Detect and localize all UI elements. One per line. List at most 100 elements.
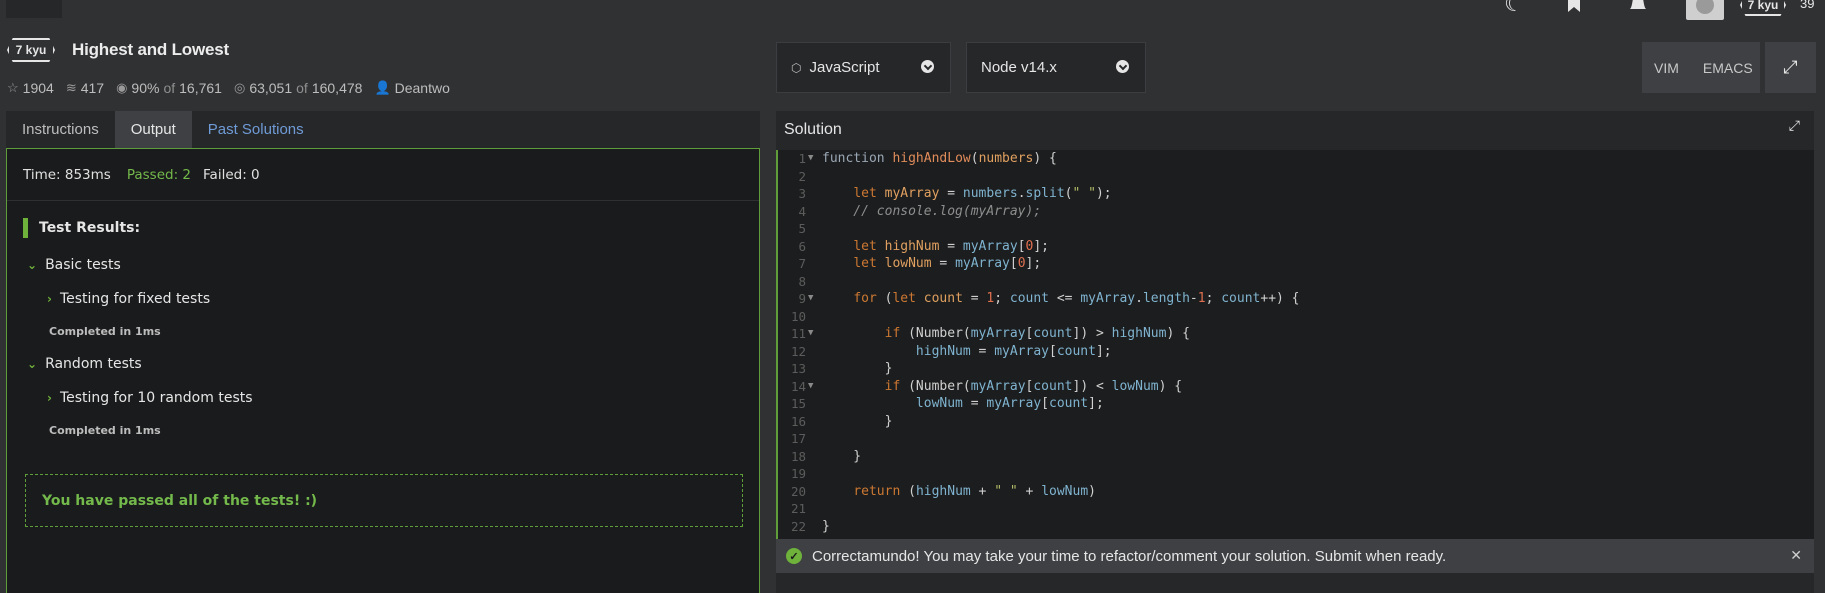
fold-arrow-icon[interactable]: ▼ xyxy=(808,150,813,168)
left-panel: Instructions Output Past Solutions Time:… xyxy=(6,111,760,593)
tab-instructions[interactable]: Instructions xyxy=(6,111,115,148)
code-text: } xyxy=(822,413,893,429)
code-editor[interactable]: 1 ▼ function highAndLow(numbers) { 2 3 let… xyxy=(776,150,1814,540)
line-number: 18 xyxy=(790,448,806,464)
line-number: 9 xyxy=(798,291,806,306)
attempts-count: 160,478 xyxy=(311,80,363,96)
user-rank-badge: 7 kyu xyxy=(1740,0,1786,16)
line-number: 12 xyxy=(790,343,806,359)
line-number: 6 xyxy=(798,238,806,254)
target-icon: ◎ xyxy=(233,80,246,95)
time-label: Time: 853ms xyxy=(23,166,111,183)
kata-rank-badge: 7 kyu xyxy=(7,38,55,62)
collections-stat[interactable]: ≋ 417 xyxy=(66,80,104,96)
editor-mode-toggle: VIM EMACS xyxy=(1642,42,1760,93)
success-banner: ✓ Correctamundo! You may take your time … xyxy=(776,539,1814,573)
solution-panel: Solution ⤢ 1 ▼ function highAndLow(numbers… xyxy=(776,111,1814,593)
version-value: Node v14.x xyxy=(981,59,1057,76)
line-number: 19 xyxy=(790,466,806,481)
bell-icon[interactable] xyxy=(1624,0,1652,18)
code-text: for (let count = 1; count <= myArray.len… xyxy=(853,291,1300,306)
chevron-down-icon xyxy=(921,60,934,73)
test-summary: Time: 853ms Passed: 2 Failed: 0 xyxy=(7,149,759,201)
completed-label: Completed in 1ms xyxy=(49,424,161,437)
language-select[interactable]: ⬡ JavaScript xyxy=(776,42,951,93)
expand-icon[interactable]: ⤢ xyxy=(1789,117,1800,134)
language-icon: ⬡ xyxy=(791,60,802,75)
author-name[interactable]: Deantwo xyxy=(395,80,450,96)
code-text: return (highNum + " " + lowNum) xyxy=(853,483,1096,499)
code-text: if (Number(myArray[count]) < lowNum) { xyxy=(884,378,1183,394)
user-icon: 👤 xyxy=(374,80,391,95)
tab-past-solutions[interactable]: Past Solutions xyxy=(192,111,320,148)
passed-label: Passed: 2 xyxy=(126,166,192,183)
satisfaction-percent: 90% xyxy=(131,80,160,96)
stars-stat[interactable]: ☆ 1904 xyxy=(7,80,54,96)
code-text: } xyxy=(822,361,893,376)
line-number: 20 xyxy=(790,483,806,499)
author-stat[interactable]: 👤 Deantwo xyxy=(374,80,449,96)
completion-stat: ◎ 63,051 of 160,478 xyxy=(234,80,362,96)
top-nav: ☾ 7 kyu 39 xyxy=(0,0,1825,20)
fold-arrow-icon[interactable]: ▼ xyxy=(808,290,813,308)
fullscreen-icon[interactable]: ⤢ xyxy=(1765,42,1816,93)
line-number: 7 xyxy=(798,256,806,271)
logo[interactable] xyxy=(6,0,62,18)
bottom-strip xyxy=(776,573,1814,593)
code-text: } xyxy=(822,518,830,534)
line-number: 17 xyxy=(790,431,806,446)
code-text: let myArray = numbers.split(" "); xyxy=(853,186,1112,201)
of-label: of xyxy=(163,80,176,96)
check-circle-icon: ✓ xyxy=(786,548,802,564)
completed-count: 63,051 xyxy=(249,80,293,96)
vim-mode-button[interactable]: VIM xyxy=(1642,60,1691,76)
line-number: 15 xyxy=(790,396,806,411)
votes-count: 16,761 xyxy=(179,80,222,96)
group-name: Basic tests xyxy=(45,257,121,273)
line-number: 10 xyxy=(790,308,806,324)
chevron-down-icon: ⌄ xyxy=(27,258,38,272)
line-number: 21 xyxy=(790,501,806,516)
emacs-mode-button[interactable]: EMACS xyxy=(1691,60,1765,76)
chevron-right-icon: › xyxy=(47,391,52,405)
solution-header: Solution ⤢ xyxy=(776,111,1814,150)
test-item-random[interactable]: › Testing for 10 random tests xyxy=(47,390,253,406)
close-icon[interactable]: ✕ xyxy=(1790,547,1802,564)
line-number: 3 xyxy=(798,186,806,201)
code-text: lowNum = myArray[count]; xyxy=(915,396,1104,411)
satisfaction-stat: ◉ 90% of 16,761 xyxy=(116,80,222,96)
eye-icon: ◉ xyxy=(116,80,128,95)
test-group-random[interactable]: ⌄ Random tests xyxy=(27,356,142,372)
tab-output[interactable]: Output xyxy=(114,111,192,148)
chevron-down-icon: ⌄ xyxy=(27,357,38,371)
chevron-right-icon: › xyxy=(47,292,52,306)
kata-title: Highest and Lowest xyxy=(72,40,229,59)
fold-arrow-icon[interactable]: ▼ xyxy=(808,325,813,343)
code-text: if (Number(myArray[count]) > highNum) { xyxy=(884,326,1190,341)
bookmark-icon[interactable] xyxy=(1560,0,1588,18)
line-number: 11 xyxy=(790,326,806,341)
line-number: 22 xyxy=(790,518,806,534)
code-comment: // console.log(myArray); xyxy=(822,203,1042,219)
moon-icon[interactable]: ☾ xyxy=(1500,0,1528,18)
completed-label: Completed in 1ms xyxy=(49,325,161,338)
of-label: of xyxy=(296,80,308,96)
language-value: JavaScript xyxy=(809,59,880,76)
line-number: 16 xyxy=(790,413,806,429)
output-panel: Time: 853ms Passed: 2 Failed: 0 Test Res… xyxy=(6,148,760,593)
test-group-basic[interactable]: ⌄ Basic tests xyxy=(27,257,121,273)
test-name: Testing for 10 random tests xyxy=(59,390,253,406)
version-select[interactable]: Node v14.x xyxy=(966,42,1146,93)
code-text: highNum = myArray[count]; xyxy=(915,343,1112,359)
line-number: 2 xyxy=(798,168,806,184)
avatar[interactable] xyxy=(1686,0,1724,20)
kata-stats: ☆ 1904 ≋ 417 ◉ 90% of 16,761 ◎ 63,051 of… xyxy=(7,80,462,96)
failed-label: Failed: 0 xyxy=(203,166,260,183)
stars-count: 1904 xyxy=(22,80,54,96)
chevron-down-icon xyxy=(1116,60,1129,73)
group-name: Random tests xyxy=(45,356,142,372)
line-number: 13 xyxy=(790,361,806,376)
fold-arrow-icon[interactable]: ▼ xyxy=(808,378,813,396)
test-item-fixed[interactable]: › Testing for fixed tests xyxy=(47,291,210,307)
line-number: 4 xyxy=(798,203,806,219)
